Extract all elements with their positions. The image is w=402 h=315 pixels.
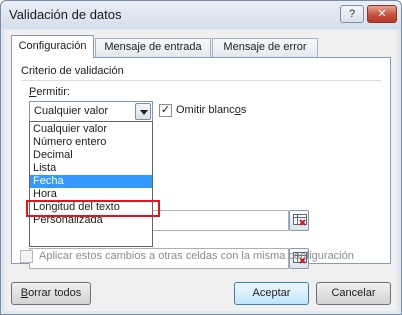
range-select-button-1[interactable] bbox=[289, 210, 309, 231]
apply-all-checkbox[interactable] bbox=[20, 250, 33, 263]
permitir-selected-value: Cualquier valor bbox=[34, 105, 108, 117]
group-divider bbox=[21, 80, 381, 81]
permitir-combobox[interactable]: Cualquier valor bbox=[29, 101, 153, 122]
tab-mensaje-de-entrada[interactable]: Mensaje de entrada bbox=[95, 38, 211, 57]
chevron-down-icon[interactable] bbox=[135, 103, 151, 120]
tab-mensaje-de-error[interactable]: Mensaje de error bbox=[212, 38, 318, 57]
clear-access-key: B bbox=[20, 287, 29, 299]
highlight-annotation-box bbox=[26, 200, 160, 217]
option-cualquier-valor[interactable]: Cualquier valor bbox=[30, 123, 152, 136]
ignore-blank-checkbox[interactable]: ✓ bbox=[159, 104, 172, 117]
cancel-button[interactable]: Cancelar bbox=[316, 282, 391, 305]
help-button[interactable]: ? bbox=[340, 5, 364, 23]
close-button[interactable]: ✕ bbox=[367, 5, 397, 23]
dialog-body: Configuración Mensaje de entrada Mensaje… bbox=[5, 30, 397, 311]
data-validation-dialog: Validación de datos ? ✕ Configuración Me… bbox=[0, 0, 402, 315]
range-picker-icon bbox=[293, 214, 307, 226]
tab-panel-configuracion: Criterio de validación Permitir: Cualqui… bbox=[11, 57, 391, 269]
option-lista[interactable]: Lista bbox=[30, 162, 152, 175]
ok-button[interactable]: Aceptar bbox=[234, 282, 309, 305]
apply-all-label: Aplicar estos cambios a otras celdas con… bbox=[39, 250, 354, 262]
clear-all-button[interactable]: Borrar todos bbox=[11, 282, 91, 305]
permitir-label: Permitir: bbox=[29, 86, 70, 98]
option-numero-entero[interactable]: Número entero bbox=[30, 136, 152, 149]
title-bar[interactable]: Validación de datos ? ✕ bbox=[1, 1, 401, 29]
permitir-label-text: ermitir: bbox=[36, 86, 70, 98]
tab-configuracion[interactable]: Configuración bbox=[11, 35, 94, 58]
option-fecha[interactable]: Fecha bbox=[30, 175, 152, 188]
clear-label: orrar todos bbox=[28, 287, 82, 299]
option-decimal[interactable]: Decimal bbox=[30, 149, 152, 162]
ignore-blank-text-b: s bbox=[240, 104, 247, 116]
ignore-blank-label[interactable]: Omitir blancos bbox=[176, 104, 246, 116]
permitir-dropdown-list[interactable]: Cualquier valor Número entero Decimal Li… bbox=[29, 121, 153, 247]
criteria-group-label: Criterio de validación bbox=[21, 65, 124, 77]
dialog-title: Validación de datos bbox=[9, 7, 122, 22]
ignore-blank-text-a: Omitir blanc bbox=[176, 104, 235, 116]
